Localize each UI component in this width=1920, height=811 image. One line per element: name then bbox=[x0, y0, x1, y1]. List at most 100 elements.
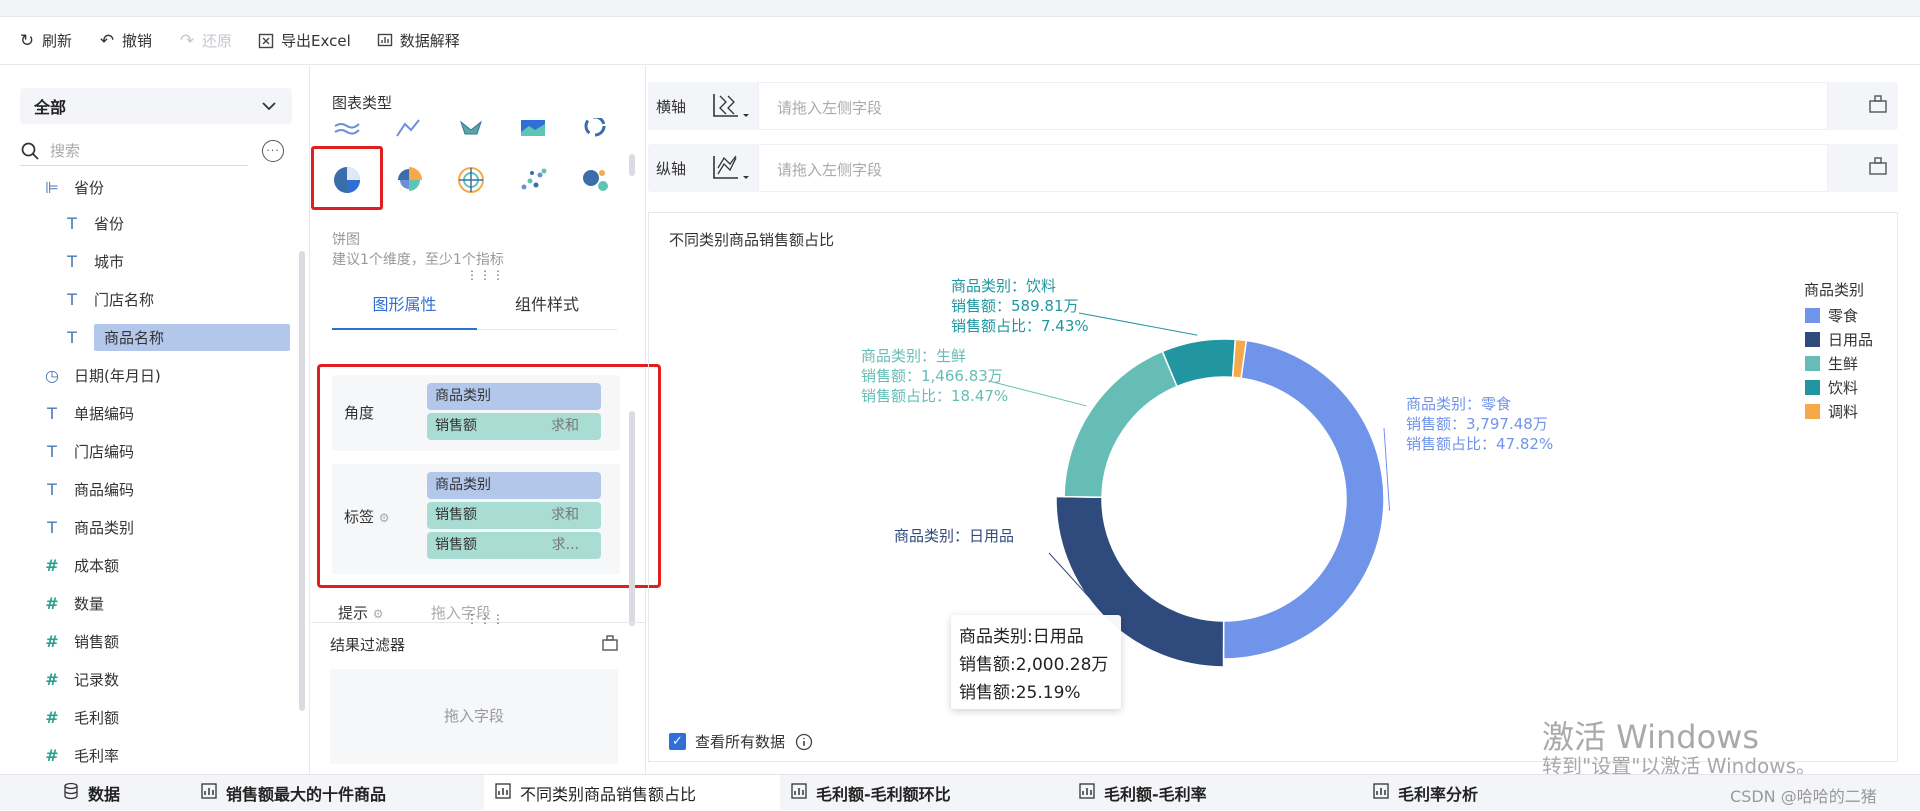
refresh-icon: ↻ bbox=[19, 30, 35, 51]
bubble-icon[interactable] bbox=[579, 164, 611, 196]
dimension-chip[interactable]: 商品类别 bbox=[427, 383, 601, 410]
y-axis-settings-icon[interactable] bbox=[1868, 156, 1888, 176]
field-item[interactable]: # 销售额 bbox=[42, 628, 119, 654]
radar-chart-icon[interactable] bbox=[455, 164, 487, 196]
x-axis-drop-zone[interactable]: 请拖入左侧字段 bbox=[758, 82, 1828, 130]
scatter-icon[interactable] bbox=[517, 164, 549, 196]
area-chart-icon[interactable] bbox=[517, 118, 549, 138]
aggregation-label[interactable]: 求和 bbox=[551, 502, 579, 529]
data-label: 商品类别：生鲜 bbox=[861, 347, 966, 365]
resize-handle-icon[interactable]: ⋮⋮⋮ bbox=[466, 269, 505, 281]
y-axis-label: 纵轴 bbox=[656, 160, 687, 178]
field-item[interactable]: T 单据编码 bbox=[42, 400, 134, 426]
resize-handle-icon[interactable]: ⋮⋮⋮ bbox=[466, 613, 505, 625]
field-scrollbar[interactable] bbox=[299, 251, 305, 711]
field-item[interactable]: ◷ 日期(年月日) bbox=[42, 362, 161, 388]
line-chart-icon[interactable] bbox=[331, 118, 363, 138]
field-label: 单据编码 bbox=[74, 404, 135, 423]
legend-item[interactable]: 调料 bbox=[1805, 401, 1858, 422]
donut-chart[interactable]: 商品类别：零食销售额：3,797.48万销售额占比：47.82% 商品类别：日用品… bbox=[649, 213, 1899, 763]
field-item[interactable]: # 记录数 bbox=[42, 666, 119, 692]
data-label: 销售额：1,466.83万 bbox=[861, 367, 1003, 385]
chart-sheet-icon bbox=[1372, 782, 1390, 804]
chip-label: 销售额 bbox=[435, 537, 477, 553]
sheet-tab[interactable]: 不同类别商品销售额占比 bbox=[484, 775, 780, 811]
legend-swatch bbox=[1805, 404, 1820, 419]
aggregation-label[interactable]: 求... bbox=[552, 532, 579, 559]
legend-item[interactable]: 日用品 bbox=[1805, 329, 1873, 350]
field-item[interactable]: # 毛利率 bbox=[42, 742, 119, 768]
export-excel-button[interactable]: 导出Excel bbox=[258, 30, 351, 51]
refresh-button[interactable]: ↻ 刷新 bbox=[18, 30, 72, 51]
tab-component-style[interactable]: 组件样式 bbox=[477, 280, 617, 330]
measure-chip[interactable]: 销售额 求... bbox=[427, 532, 601, 559]
sheet-tab-label: 销售额最大的十件商品 bbox=[226, 785, 387, 804]
y-axis-type-icon[interactable] bbox=[710, 154, 750, 182]
legend-item[interactable]: 零食 bbox=[1805, 305, 1858, 326]
undo-button[interactable]: ↶ 撤销 bbox=[98, 30, 152, 51]
field-item[interactable]: T 商品名称 bbox=[62, 323, 290, 351]
angle-row: 角度 商品类别 销售额 求和 bbox=[332, 375, 620, 451]
pie-slice[interactable] bbox=[1161, 338, 1237, 388]
field-item[interactable]: # 数量 bbox=[42, 590, 104, 616]
rose-chart-icon[interactable] bbox=[393, 164, 425, 196]
info-icon[interactable] bbox=[795, 733, 813, 751]
search-icon bbox=[21, 142, 39, 160]
aggregation-label[interactable]: 求和 bbox=[551, 413, 579, 440]
pie-slice[interactable] bbox=[1222, 339, 1385, 660]
chart-type-scrollbar[interactable] bbox=[629, 154, 635, 176]
field-search[interactable]: 搜索 bbox=[20, 136, 248, 166]
filter-settings-icon[interactable] bbox=[601, 634, 619, 652]
field-item[interactable]: # 成本额 bbox=[42, 552, 119, 578]
ring-icon[interactable] bbox=[579, 118, 611, 138]
pie-chart-icon[interactable] bbox=[331, 164, 363, 196]
field-group-label: 省份 bbox=[74, 178, 105, 197]
field-item[interactable]: T 省份 bbox=[62, 210, 124, 236]
measure-chip[interactable]: 销售额 求和 bbox=[427, 413, 601, 440]
legend-label: 调料 bbox=[1828, 403, 1859, 421]
text-field-icon: T bbox=[67, 327, 77, 347]
sheet-tab[interactable]: 毛利额-毛利率 bbox=[1068, 775, 1362, 811]
chip-label: 销售额 bbox=[435, 418, 477, 434]
data-explain-button[interactable]: 数据解释 bbox=[377, 30, 460, 51]
sheet-tab[interactable]: 毛利率分析 bbox=[1362, 775, 1562, 811]
field-item[interactable]: T 门店名称 bbox=[62, 286, 154, 312]
field-item[interactable]: T 门店编码 bbox=[42, 438, 134, 464]
field-item[interactable]: T 商品编码 bbox=[42, 476, 134, 502]
tip-label: 提示 ⚙ bbox=[338, 604, 384, 622]
dimension-chip[interactable]: 商品类别 bbox=[427, 472, 601, 499]
redo-label: 还原 bbox=[202, 32, 233, 50]
tab-graph-props[interactable]: 图形属性 bbox=[332, 280, 477, 330]
property-scrollbar[interactable] bbox=[629, 411, 635, 626]
title-strip bbox=[0, 0, 1920, 17]
field-label: 销售额 bbox=[74, 632, 120, 651]
data-label: 销售额占比：18.47% bbox=[861, 387, 1008, 405]
scope-value: 全部 bbox=[34, 98, 67, 117]
sheet-tab[interactable]: 毛利额-毛利额环比 bbox=[780, 775, 1068, 811]
checkbox-checked-icon[interactable]: ✓ bbox=[669, 733, 686, 750]
pie-slice[interactable] bbox=[1063, 350, 1178, 498]
field-item[interactable]: T 城市 bbox=[62, 248, 124, 274]
y-axis-drop-zone[interactable]: 请拖入左侧字段 bbox=[758, 144, 1828, 192]
view-all-data-toggle[interactable]: ✓ 查看所有数据 bbox=[669, 731, 813, 752]
area-line-icon[interactable] bbox=[393, 118, 425, 138]
filter-drop-zone[interactable]: 拖入字段 bbox=[330, 669, 618, 764]
field-group-province[interactable]: ⊫ 省份 bbox=[42, 174, 104, 200]
redo-button[interactable]: ↷ 还原 bbox=[178, 30, 232, 51]
sheet-tab[interactable]: 数据 bbox=[0, 775, 190, 811]
sheet-tab[interactable]: 销售额最大的十件商品 bbox=[190, 775, 484, 811]
field-item[interactable]: # 毛利额 bbox=[42, 704, 119, 730]
number-field-icon: # bbox=[45, 745, 59, 765]
scope-select[interactable]: 全部 bbox=[20, 88, 292, 124]
measure-chip[interactable]: 销售额 求和 bbox=[427, 502, 601, 529]
toolbar: ↻ 刷新 ↶ 撤销 ↷ 还原 导出Excel 数据解释 bbox=[0, 17, 1920, 65]
legend-item[interactable]: 饮料 bbox=[1805, 377, 1858, 398]
x-axis-type-icon[interactable] bbox=[710, 92, 750, 120]
field-label: 记录数 bbox=[74, 670, 120, 689]
legend-item[interactable]: 生鲜 bbox=[1805, 353, 1858, 374]
map-icon[interactable] bbox=[455, 118, 487, 138]
x-axis-settings-icon[interactable] bbox=[1868, 94, 1888, 114]
more-options-icon[interactable]: ··· bbox=[262, 140, 284, 162]
export-icon bbox=[258, 33, 274, 48]
field-item[interactable]: T 商品类别 bbox=[42, 514, 134, 540]
